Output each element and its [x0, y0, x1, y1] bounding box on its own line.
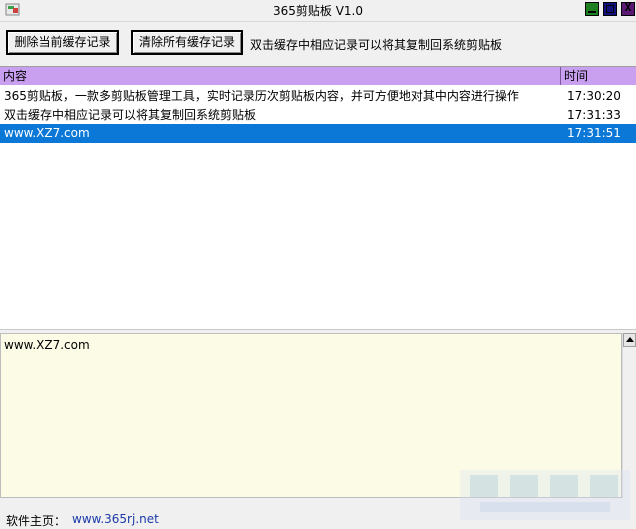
- app-icon: [5, 3, 20, 16]
- row-content: 双击缓存中相应记录可以将其复制回系统剪贴板: [4, 108, 257, 122]
- list-header: 内容 时间: [0, 67, 636, 85]
- homepage-label: 软件主页：: [6, 514, 67, 528]
- row-content: 365剪贴板，一款多剪贴板管理工具，实时记录历次剪贴板内容，并可方便地对其中内容…: [4, 89, 519, 103]
- window-title: 365剪贴板 V1.0: [272, 4, 363, 18]
- column-header-content[interactable]: 内容: [0, 67, 561, 85]
- close-icon: X: [624, 1, 632, 14]
- vertical-scrollbar[interactable]: [622, 333, 636, 498]
- list-row[interactable]: 双击缓存中相应记录可以将其复制回系统剪贴板 17:31:33: [0, 106, 636, 125]
- title-bar[interactable]: 365剪贴板 V1.0 X: [0, 0, 636, 22]
- list-row[interactable]: 365剪贴板，一款多剪贴板管理工具，实时记录历次剪贴板内容，并可方便地对其中内容…: [0, 87, 636, 106]
- minimize-button[interactable]: [585, 2, 599, 16]
- maximize-button[interactable]: [603, 2, 617, 16]
- preview-textarea[interactable]: www.XZ7.com: [0, 333, 622, 498]
- minimize-icon: [588, 11, 596, 13]
- list-row-selected[interactable]: www.XZ7.com 17:31:51: [0, 124, 636, 143]
- row-content: www.XZ7.com: [4, 126, 90, 140]
- row-time: 17:31:51: [567, 126, 621, 140]
- scroll-up-arrow-icon: [626, 337, 634, 342]
- column-header-time[interactable]: 时间: [561, 67, 636, 85]
- toolbar-hint: 双击缓存中相应记录可以将其复制回系统剪贴板: [250, 38, 503, 52]
- row-time: 17:30:20: [567, 89, 621, 103]
- clipboard-history-list[interactable]: 内容 时间 365剪贴板，一款多剪贴板管理工具，实时记录历次剪贴板内容，并可方便…: [0, 66, 636, 330]
- homepage-link[interactable]: www.365rj.net: [72, 512, 159, 526]
- preview-text: www.XZ7.com: [4, 338, 90, 352]
- status-bar: 软件主页： www.365rj.net: [0, 500, 636, 528]
- close-button[interactable]: X: [621, 1, 635, 16]
- scroll-up-button[interactable]: [623, 333, 636, 347]
- maximize-icon: [606, 5, 614, 13]
- row-time: 17:31:33: [567, 108, 621, 122]
- clear-all-records-button[interactable]: 清除所有缓存记录: [131, 30, 243, 55]
- delete-current-record-button[interactable]: 删除当前缓存记录: [6, 30, 119, 55]
